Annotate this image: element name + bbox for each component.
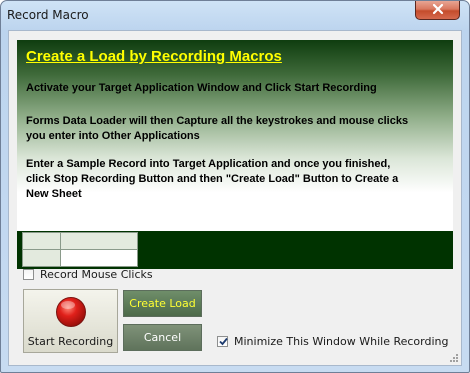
grid-table (22, 232, 138, 267)
instruction-line: Forms Data Loader will then Capture all … (26, 115, 409, 127)
close-icon (432, 3, 444, 15)
check-mark-icon (219, 337, 228, 346)
instruction-paragraph-2: Forms Data Loader will then Capture all … (26, 114, 408, 144)
minimize-window-label: Minimize This Window While Recording (234, 335, 449, 348)
grid-header-row (22, 232, 138, 250)
record-macro-window: Record Macro Create a Load by Recording … (0, 0, 470, 373)
close-button[interactable] (415, 1, 460, 20)
instruction-line: you enter into Other Applications (26, 130, 200, 142)
instruction-line: Activate your Target Application Window … (26, 82, 377, 94)
create-load-button[interactable]: Create Load (123, 290, 202, 317)
instruction-line: click Stop Recording Button and then "Cr… (26, 173, 399, 185)
grid-column-header[interactable] (60, 232, 138, 250)
instruction-line: Enter a Sample Record into Target Applic… (26, 158, 391, 170)
grid-row-header[interactable] (22, 249, 61, 267)
grid-corner-cell[interactable] (22, 232, 61, 250)
start-recording-button[interactable]: Start Recording (23, 289, 118, 353)
grid-row (22, 249, 138, 267)
recorded-data-grid[interactable] (17, 231, 453, 269)
instruction-line: New Sheet (26, 188, 82, 200)
cancel-button[interactable]: Cancel (123, 324, 202, 351)
instructions-banner: Create a Load by Recording Macros Activa… (17, 40, 453, 231)
grid-cell[interactable] (60, 249, 138, 267)
instruction-paragraph-3: Enter a Sample Record into Target Applic… (26, 157, 398, 202)
record-mouse-clicks-label: Record Mouse Clicks (40, 268, 153, 281)
title-bar[interactable]: Record Macro (1, 1, 469, 29)
minimize-window-checkbox[interactable] (217, 336, 228, 347)
start-recording-label: Start Recording (27, 335, 114, 348)
record-mouse-clicks-option[interactable]: Record Mouse Clicks (23, 268, 163, 283)
minimize-window-option[interactable]: Minimize This Window While Recording (217, 335, 449, 350)
dialog-client-area: Create a Load by Recording Macros Activa… (8, 30, 462, 366)
instruction-paragraph-1: Activate your Target Application Window … (26, 81, 377, 96)
record-mouse-clicks-checkbox[interactable] (23, 269, 34, 280)
resize-grip-icon[interactable] (449, 353, 459, 363)
banner-title[interactable]: Create a Load by Recording Macros (26, 48, 282, 65)
record-icon (56, 297, 86, 327)
window-title: Record Macro (7, 8, 89, 22)
